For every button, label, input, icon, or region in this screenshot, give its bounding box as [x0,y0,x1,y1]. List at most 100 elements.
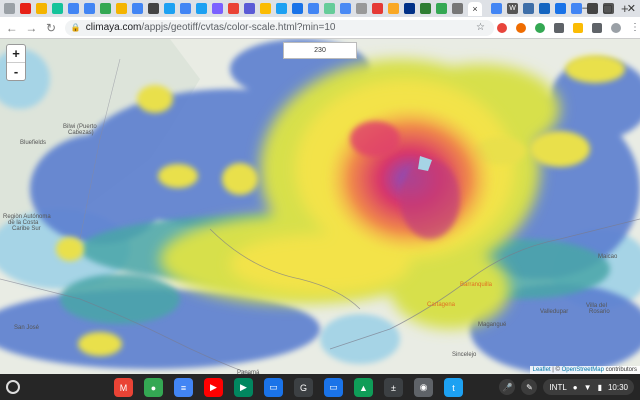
input-method-label: INTL [549,382,567,392]
settings-icon[interactable] [555,3,566,14]
app-glyph: ▶ [210,382,217,392]
osm-link[interactable]: OpenStreetMap [562,367,604,373]
google-icon[interactable] [132,3,143,14]
menu-kebab-icon[interactable]: ⋮ [630,22,640,33]
place-label: Cabezas) [68,130,94,136]
clock: 10:30 [607,382,628,392]
url-path: /appjs/geotiff/cvtas/color-scale.html?mi… [141,22,336,33]
news-icon[interactable] [292,3,303,14]
youtube-icon[interactable]: ▶ [204,378,223,397]
google-icon[interactable] [308,3,319,14]
zoom-in-button[interactable]: + [7,45,25,63]
map-attribution: Leaflet | © OpenStreetMap contributors [529,366,640,374]
record-icon[interactable] [372,3,383,14]
battery-icon: ▮ [597,382,602,392]
recent-icon[interactable] [4,3,15,14]
chat-icon[interactable] [340,3,351,14]
place-label: Sincelejo [452,352,477,358]
app-icon[interactable] [356,3,367,14]
extension-icon[interactable] [516,22,527,33]
ads-icon[interactable] [260,3,271,14]
extension-icon[interactable] [554,22,565,33]
url-host: climaya.com [85,22,142,33]
map-view[interactable]: Bluefields Regiòn Autónoma de la Costa Cari… [0,39,640,374]
google-icon[interactable] [180,3,191,14]
maximize-icon[interactable]: ▢ [602,2,612,15]
place-label: San José [14,325,40,331]
files-icon[interactable]: ▭ [264,378,283,397]
paypal-icon[interactable] [404,3,415,14]
twitter-icon[interactable]: t [444,378,463,397]
system-tray[interactable]: INTL ● ▼ ▮ 10:30 [543,379,634,395]
chrome-icon[interactable]: ● [144,378,163,397]
youtube-icon[interactable] [20,3,31,14]
launcher-icon[interactable] [6,380,20,394]
stylus-icon[interactable]: ✎ [521,379,538,395]
place-label: Magangué [478,322,507,328]
back-icon[interactable]: ← [4,21,20,35]
profile-avatar[interactable] [611,22,622,33]
app-icon[interactable] [324,3,335,14]
extension-icons: ⋮ [497,22,640,33]
camera-icon[interactable]: ◉ [414,378,433,397]
place-label: Cartagena [427,302,456,308]
twitter-icon[interactable] [276,3,287,14]
photos-icon[interactable] [539,3,550,14]
app-icon[interactable] [148,3,159,14]
tab-glyph: W [509,5,516,12]
lock-icon[interactable]: 🔒 [71,23,81,32]
google-icon[interactable] [228,3,239,14]
extension-icon[interactable] [535,22,546,33]
microphone-icon[interactable]: 🎤 [499,379,516,395]
app-icon[interactable] [420,3,431,14]
minimize-icon[interactable]: – [582,2,588,15]
app-glyph: G [299,382,307,393]
app-glyph: ▶ [240,382,247,392]
place-label: Maicao [598,254,618,260]
extensions-puzzle-icon[interactable] [592,22,603,33]
google-icon[interactable] [571,3,582,14]
close-tab-icon[interactable]: × [472,4,477,14]
address-bar[interactable]: 🔒 climaya.com/appjs/geotiff/cvtas/color-… [64,19,495,36]
wikipedia-icon[interactable]: W [507,3,518,14]
calculator-icon[interactable]: ± [384,378,403,397]
twitter-icon[interactable] [164,3,175,14]
google-icon[interactable] [68,3,79,14]
drive-icon[interactable]: ▲ [354,378,373,397]
google-icon[interactable] [84,3,95,14]
folder-icon[interactable] [388,3,399,14]
play-store-icon[interactable]: ▶ [234,378,253,397]
link-icon[interactable] [36,3,47,14]
messages-icon[interactable]: ▭ [324,378,343,397]
drive-icon[interactable] [116,3,127,14]
google-icon[interactable] [100,3,111,14]
maps-icon[interactable] [436,3,447,14]
twitter-icon[interactable] [196,3,207,14]
grammarly-icon[interactable] [52,3,63,14]
app-glyph: ▭ [329,382,338,392]
docs-icon[interactable]: ≡ [174,378,193,397]
extension-icon[interactable] [497,22,508,33]
extension-icon[interactable] [573,22,584,33]
app-glyph: t [452,382,455,393]
crypto-icon[interactable] [244,3,255,14]
close-window-icon[interactable]: ✕ [627,2,636,15]
leaflet-link[interactable]: Leaflet [533,367,551,373]
app-icon[interactable]: G [294,378,313,397]
app-glyph: ● [150,382,157,393]
reload-icon[interactable]: ↻ [43,21,59,35]
app-glyph: ◉ [419,382,428,392]
google-icon[interactable] [491,3,502,14]
min-value-box[interactable]: 230 [283,42,357,59]
app-glyph: ▲ [359,382,368,393]
app-glyph: M [119,382,128,393]
app-icon[interactable] [452,3,463,14]
active-tab[interactable]: × [468,1,482,16]
bookmark-icon[interactable] [212,3,223,14]
app-icon[interactable] [523,3,534,14]
gmail-icon[interactable]: M [114,378,133,397]
bookmark-star-icon[interactable]: ☆ [476,22,485,33]
zoom-out-button[interactable]: - [7,63,25,80]
forward-icon[interactable]: → [24,21,40,35]
wifi-icon: ▼ [583,382,592,392]
